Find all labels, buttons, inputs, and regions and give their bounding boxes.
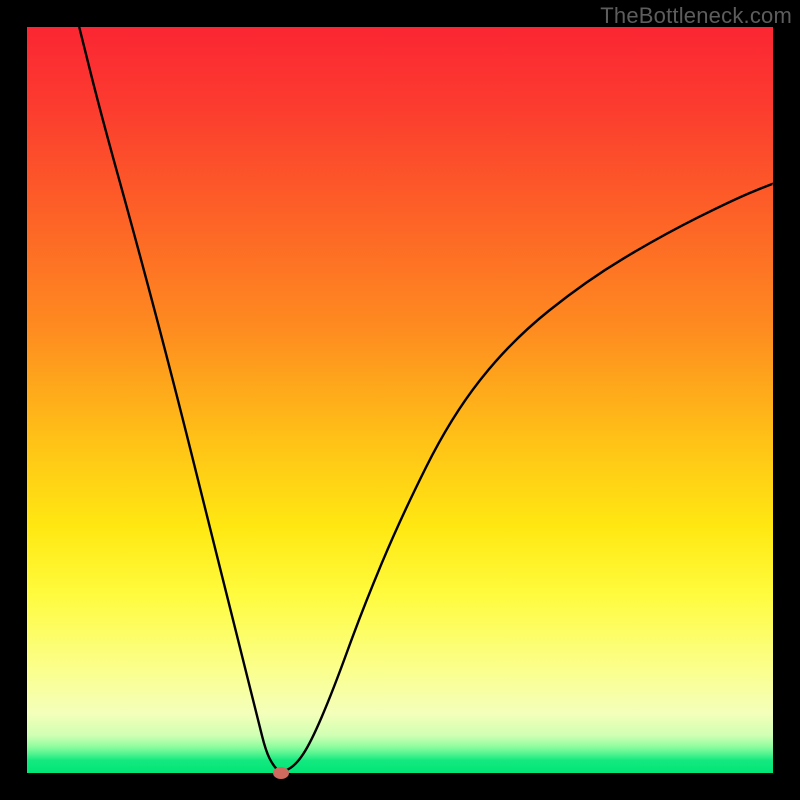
minimum-marker-dot — [273, 767, 289, 779]
curve-path — [79, 27, 773, 771]
plot-area — [27, 27, 773, 773]
watermark-text: TheBottleneck.com — [600, 3, 792, 29]
chart-frame: TheBottleneck.com — [0, 0, 800, 800]
bottleneck-curve — [27, 27, 773, 773]
